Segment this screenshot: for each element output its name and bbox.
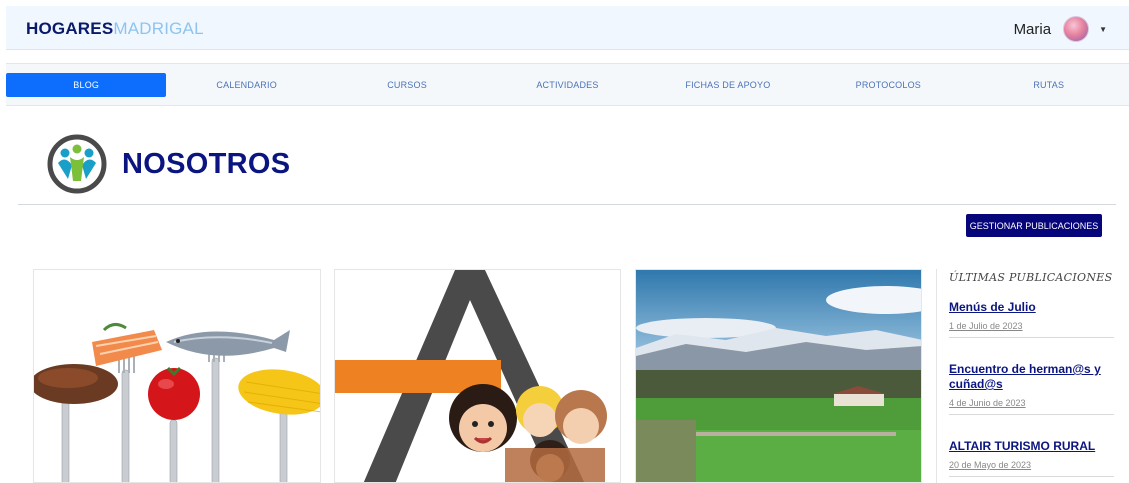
landscape-image [636,270,921,482]
page-header: NOSOTROS [46,133,290,195]
nav-item-rutas[interactable]: RUTAS [969,73,1129,97]
post-link-menus[interactable]: Menús de Julio [949,300,1114,315]
brand-light: MADRIGAL [113,19,204,38]
user-name: Maria [1013,20,1052,38]
post-link-altair[interactable]: ALTAIR TURISMO RURAL [949,439,1114,454]
sidebar-title: ÚLTIMAS PUBLICACIONES [949,271,1113,284]
nav-item-cursos[interactable]: CURSOS [327,73,487,97]
page-title: NOSOTROS [122,147,291,180]
post-card-altair[interactable] [635,269,922,483]
top-bar: HOGARESMADRIGAL Maria ▼ [6,6,1129,50]
header-divider [18,204,1116,205]
user-menu[interactable]: Maria ▼ [1014,16,1107,42]
brand-bold: HOGARES [26,19,114,38]
latest-posts-sidebar: ÚLTIMAS PUBLICACIONES Menús de Julio 1 d… [936,269,1114,483]
main-nav: BLOG CALENDARIO CURSOS ACTIVIDADES FICHA… [6,63,1129,106]
nav-item-actividades[interactable]: ACTIVIDADES [487,73,647,97]
nav-item-blog[interactable]: BLOG [6,72,167,97]
brand-logo[interactable]: HOGARESMADRIGAL [26,19,204,39]
manage-posts-button[interactable]: GESTIONAR PUBLICACIONES [966,214,1102,237]
avatar[interactable] [1063,16,1090,42]
caret-down-icon[interactable]: ▼ [1099,25,1107,34]
post-date[interactable]: 1 de Julio de 2023 [949,321,1114,331]
food-forks-image [34,270,320,482]
nav-item-fichas-de-apoyo[interactable]: FICHAS DE APOYO [648,73,808,97]
post-date[interactable]: 4 de Junio de 2023 [949,398,1114,408]
nav-item-calendario[interactable]: CALENDARIO [166,73,326,97]
post-card-encuentro[interactable] [334,269,621,483]
list-item: Menús de Julio 1 de Julio de 2023 [949,300,1114,338]
nosotros-logo-icon [47,134,107,194]
list-item: Encuentro de herman@s y cuñad@s 4 de Jun… [949,362,1114,415]
post-link-encuentro[interactable]: Encuentro de herman@s y cuñad@s [949,362,1114,392]
cartoon-logo-image [335,270,620,482]
post-date[interactable]: 20 de Mayo de 2023 [949,460,1114,470]
post-card-menus[interactable] [33,269,321,483]
list-item: ALTAIR TURISMO RURAL 20 de Mayo de 2023 [949,439,1114,477]
nav-item-protocolos[interactable]: PROTOCOLOS [808,73,968,97]
